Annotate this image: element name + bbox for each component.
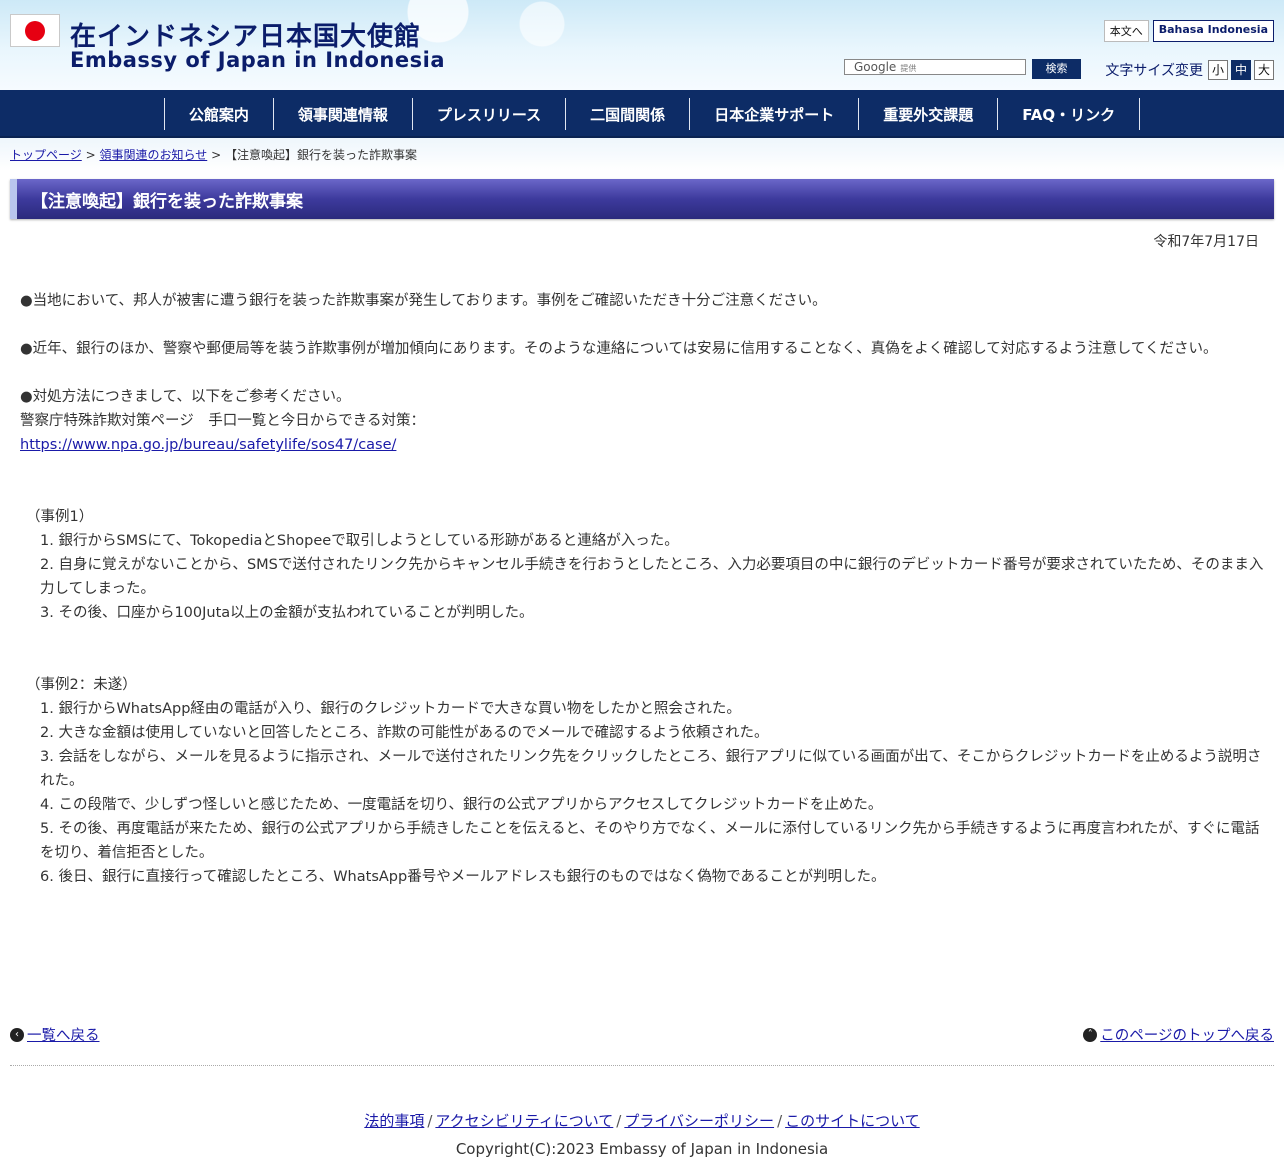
list-item: 4. この段階で、少しずつ怪しいと感じたため、一度電話を切り、銀行の公式アプリか… [40,797,883,813]
page-title: 【注意喚起】銀行を装った詐欺事案 [10,179,1274,219]
nav-item-business[interactable]: 日本企業サポート [689,98,858,130]
paragraph-intro: ●当地において、邦人が被害に遭う銀行を装った詐欺事案が発生しております。事例をご… [20,293,827,309]
footer-separator: / [427,1112,433,1130]
footer-accessibility-link[interactable]: アクセシビリティについて [435,1112,613,1130]
site-title-en[interactable]: Embassy of Japan in Indonesia [70,48,445,72]
footer-divider [10,1065,1274,1066]
nav-item-consular[interactable]: 領事関連情報 [272,98,412,130]
breadcrumb-home[interactable]: トップページ [10,148,82,162]
japan-flag-icon [10,14,60,47]
npa-page-label: 警察庁特殊詐欺対策ページ 手口一覧と今日からできる対策： [20,413,425,429]
font-size-large-button[interactable]: 大 [1254,60,1274,80]
footer-legal-link[interactable]: 法的事項 [364,1112,424,1130]
footer-separator: / [616,1112,622,1130]
npa-link[interactable]: https://www.npa.go.jp/bureau/safetylife/… [20,437,396,453]
lang-japanese-link[interactable]: 本文へ [1103,20,1149,42]
font-size-small-button[interactable]: 小 [1208,60,1228,80]
list-item: 1. 銀行からWhatsApp経由の電話が入り、銀行のクレジットカードで大きな買… [40,701,741,717]
nav-item-about[interactable]: 公館案内 [163,98,273,130]
case2-list: 1. 銀行からWhatsApp経由の電話が入り、銀行のクレジットカードで大きな買… [20,697,1264,889]
language-links: 本文へ Bahasa Indonesia [1103,20,1274,42]
list-item: 5. その後、再度電話が来たため、銀行の公式アプリから手続きしたことを伝えると、… [40,821,1260,861]
site-header: 在インドネシア日本国大使館 Embassy of Japan in Indone… [0,0,1284,90]
nav-item-diplomacy[interactable]: 重要外交課題 [858,98,997,130]
page-links-row: ‹ 一覧へ戻る ˄ このページのトップへ戻る [10,1024,1274,1045]
measures-line: ●対処方法につきまして、以下をご参考ください。 [20,389,351,405]
list-item: 1. 銀行からSMSにて、TokopediaとShopeeで取引しようとしている… [40,533,679,549]
nav-item-bilateral[interactable]: 二国間関係 [565,98,689,130]
footer-links: 法的事項 / アクセシビリティについて / プライバシーポリシー / このサイトについて [0,1110,1284,1131]
list-item: 6. 後日、銀行に直接行って確認したところ、WhatsApp番号やメールアドレス… [40,869,886,885]
back-to-list: ‹ 一覧へ戻る [10,1024,100,1045]
list-item: 2. 自身に覚えがないことから、SMSで送付されたリンク先からキャンセル手続きを… [40,557,1264,597]
footer-separator: / [777,1112,783,1130]
search-button[interactable]: 検索 [1032,59,1081,79]
case1-list: 1. 銀行からSMSにて、TokopediaとShopeeで取引しようとしている… [20,529,1264,625]
back-to-top-link[interactable]: このページのトップへ戻る [1100,1024,1274,1045]
chevron-left-icon: ‹ [10,1027,24,1042]
chevron-up-icon: ˄ [1083,1027,1098,1042]
copyright: Copyright(C):2023 Embassy of Japan in In… [455,1140,829,1158]
list-item: 3. その後、口座から100Juta以上の金額が支払われていることが判明した。 [40,605,534,621]
nav-item-faq[interactable]: FAQ・リンク [997,98,1141,130]
font-size-medium-button[interactable]: 中 [1231,60,1251,80]
case2-heading: （事例2：未遂） [26,677,137,693]
list-item: 3. 会話をしながら、メールを見るように指示され、メールで送付されたリンク先をク… [40,749,1262,789]
back-to-list-link[interactable]: 一覧へ戻る [27,1024,100,1045]
article-content: 令和7年7月17日 ●当地において、邦人が被害に遭う銀行を装った詐欺事案が発生し… [0,219,1284,889]
breadcrumb: トップページ > 領事関連のお知らせ > 【注意喚起】銀行を装った詐欺事案 [0,138,1284,171]
nav-item-press[interactable]: プレスリリース [411,98,565,130]
breadcrumb-separator: > [211,148,222,162]
footer-privacy-link[interactable]: プライバシーポリシー [624,1112,774,1130]
main-navigation: 公館案内 領事関連情報 プレスリリース 二国間関係 日本企業サポート 重要外交課… [0,90,1284,138]
search-placeholder: Google [854,60,897,74]
font-size-switcher: 文字サイズ変更 小 中 大 [1105,60,1274,80]
font-size-label: 文字サイズ変更 [1105,63,1203,79]
publish-date: 令和7年7月17日 [1153,234,1259,250]
search-powered-label: 提供 [900,64,917,73]
back-to-top: ˄ このページのトップへ戻る [1083,1024,1274,1045]
breadcrumb-current: 【注意喚起】銀行を装った詐欺事案 [224,148,417,162]
list-item: 2. 大きな金額は使用していないと回答したところ、詐欺の可能性があるのでメールで… [40,725,769,741]
footer-about-link[interactable]: このサイトについて [785,1112,920,1130]
breadcrumb-section[interactable]: 領事関連のお知らせ [99,148,207,162]
case1-heading: （事例1） [26,509,94,525]
lang-indonesian-link[interactable]: Bahasa Indonesia [1152,20,1274,42]
breadcrumb-separator: > [85,148,96,162]
paragraph-measures: ●対処方法につきまして、以下をご参考ください。 警察庁特殊詐欺対策ページ 手口一… [20,385,1264,457]
search-input[interactable]: Google 提供 [844,59,1026,75]
paragraph-warning: ●近年、銀行のほか、警察や郵便局等を装う詐欺事例が増加傾向にあります。そのような… [20,341,1218,357]
